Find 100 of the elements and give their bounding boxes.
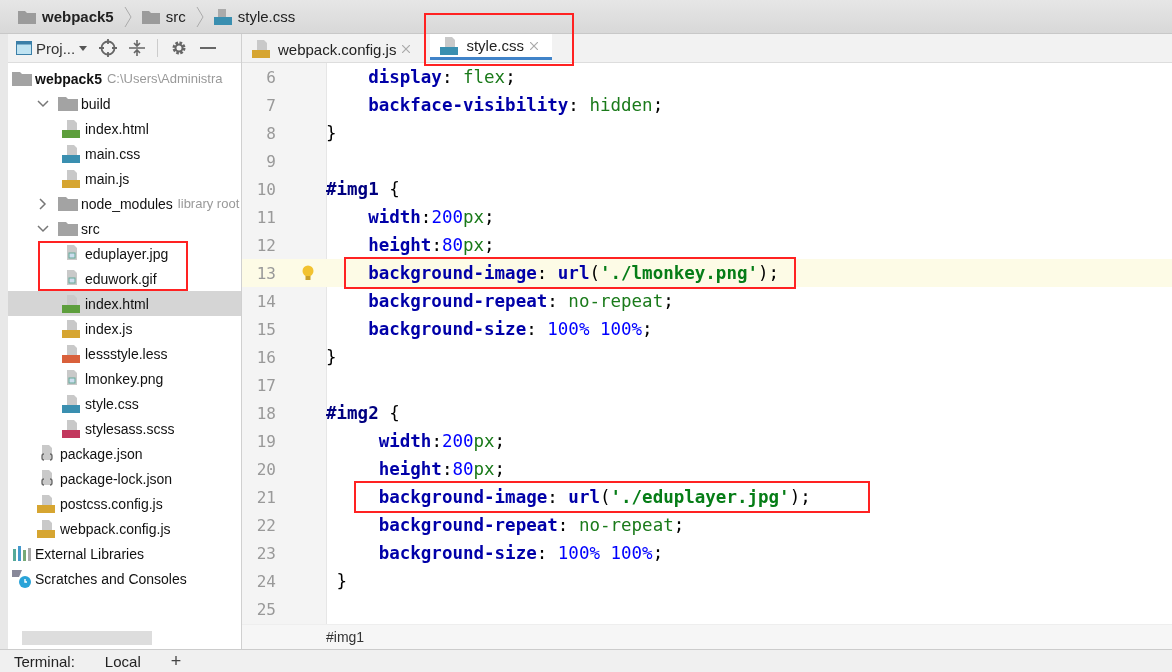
line-number: 15 — [255, 319, 276, 339]
folder-icon — [141, 9, 160, 24]
file-name: index.html — [85, 120, 149, 137]
file-name: eduplayer.jpg — [85, 245, 169, 262]
chevron-down-icon[interactable] — [37, 99, 49, 108]
breadcrumb-item[interactable]: webpack5 — [42, 8, 114, 25]
code-line: height:80px; — [378, 459, 506, 479]
css-file-icon — [62, 394, 82, 413]
folder-icon — [12, 71, 32, 86]
sass-file-icon — [62, 419, 82, 438]
tree-item[interactable]: postcss.config.js — [8, 491, 241, 516]
lightbulb-icon[interactable] — [302, 265, 314, 281]
tree-item[interactable]: main.css — [8, 141, 241, 166]
terminal-label: Terminal: — [14, 652, 75, 670]
code-line: display: flex; — [368, 67, 516, 87]
line-number: 14 — [255, 291, 276, 311]
file-name: index.js — [85, 320, 133, 337]
file-name: lmonkey.png — [85, 370, 164, 387]
scrollbar[interactable] — [22, 631, 152, 645]
line-number: 13 — [255, 263, 276, 283]
tree-item[interactable]: index.js — [8, 316, 241, 341]
tree-item[interactable]: lessstyle.less — [8, 341, 241, 366]
folder-icon — [18, 9, 36, 24]
library-icon — [12, 546, 32, 561]
js-file-icon — [62, 319, 82, 338]
code-line: background-repeat: no-repeat; — [368, 291, 674, 311]
code-line: height:80px; — [368, 235, 495, 255]
file-name: style.css — [85, 395, 139, 412]
locate-icon[interactable] — [99, 39, 118, 57]
chevron-down-icon[interactable] — [37, 224, 49, 233]
line-number: 7 — [265, 95, 276, 115]
close-icon[interactable] — [529, 41, 538, 50]
editor-tab[interactable]: webpack.config.js — [242, 36, 425, 62]
tree-item[interactable]: package.json — [8, 441, 241, 466]
file-name: main.css — [85, 145, 141, 162]
code-line: #img2 { — [326, 403, 400, 423]
html-file-icon — [62, 119, 82, 138]
css-file-icon — [440, 36, 461, 55]
line-number: 21 — [255, 487, 276, 507]
project-view-dropdown[interactable]: Proj... — [16, 39, 88, 57]
tree-item[interactable]: package-lock.json — [8, 466, 241, 491]
tree-item[interactable]: lmonkey.png — [8, 366, 241, 391]
add-terminal-button[interactable]: + — [170, 650, 182, 672]
line-number: 12 — [255, 235, 276, 255]
folder-icon — [58, 96, 78, 111]
file-name: build — [81, 95, 111, 112]
tree-item[interactable]: webpack.config.js — [8, 516, 241, 541]
line-number: 19 — [255, 431, 276, 451]
html-file-icon — [62, 294, 82, 313]
tree-item[interactable]: webpack5 C:\Users\Administra — [8, 66, 241, 91]
breadcrumb-item[interactable]: style.css — [237, 8, 296, 25]
file-name: package.json — [60, 445, 143, 462]
line-number: 24 — [255, 571, 276, 591]
file-name: External Libraries — [35, 545, 144, 562]
code-breadcrumb[interactable]: #img1 — [326, 629, 365, 645]
tree-item[interactable]: External Libraries — [8, 541, 241, 566]
path-hint: C:\Users\Administra — [106, 71, 223, 86]
file-name: node_modules — [81, 195, 173, 212]
code-line: background-size: 100% 100%; — [368, 319, 653, 339]
hide-icon[interactable] — [200, 46, 217, 50]
terminal-tab[interactable]: Local — [104, 652, 141, 670]
code-editor[interactable] — [242, 63, 1172, 624]
file-name: main.js — [85, 170, 130, 187]
separator-icon — [195, 6, 204, 27]
js-file-icon — [37, 494, 57, 513]
tree-item[interactable]: index.html — [8, 291, 241, 316]
line-number: 20 — [255, 459, 276, 479]
code-line: background-size: 100% 100%; — [378, 543, 664, 563]
code-line: } — [326, 123, 337, 143]
scratch-icon — [12, 569, 32, 588]
collapse-icon[interactable] — [129, 39, 146, 57]
tree-item[interactable]: index.html — [8, 116, 241, 141]
chevron-right-icon[interactable] — [37, 197, 49, 210]
tree-item[interactable]: node_modules library root — [8, 191, 241, 216]
code-line: } — [336, 571, 348, 591]
line-number: 9 — [265, 151, 276, 171]
file-name: Scratches and Consoles — [35, 570, 187, 587]
js-file-icon — [252, 40, 272, 58]
file-name: lessstyle.less — [85, 345, 168, 362]
tree-item[interactable]: Scratches and Consoles — [8, 566, 241, 591]
window-icon — [16, 41, 32, 55]
tree-item[interactable]: stylesass.scss — [8, 416, 241, 441]
line-number: 25 — [255, 599, 276, 619]
tree-item[interactable]: src — [8, 216, 241, 241]
css-file-icon — [62, 144, 82, 163]
file-name: postcss.config.js — [60, 495, 163, 512]
caret-icon — [79, 45, 88, 51]
file-name: stylesass.scss — [85, 420, 175, 437]
code-line: #img1 { — [326, 179, 400, 199]
code-line: backface-visibility: hidden; — [368, 95, 664, 115]
editor-tab[interactable]: style.css — [430, 34, 552, 60]
code-line: width:200px; — [368, 207, 495, 227]
file-name: webpack.config.js — [60, 520, 171, 537]
tree-item[interactable]: eduplayer.jpg — [8, 241, 241, 266]
tree-item[interactable]: style.css — [8, 391, 241, 416]
tree-item[interactable]: build — [8, 91, 241, 116]
breadcrumb-item[interactable]: src — [165, 8, 186, 25]
js-file-icon — [37, 519, 57, 538]
tree-item[interactable]: main.js — [8, 166, 241, 191]
code-line: background-image: url('./lmonkey.png'); — [368, 263, 780, 283]
